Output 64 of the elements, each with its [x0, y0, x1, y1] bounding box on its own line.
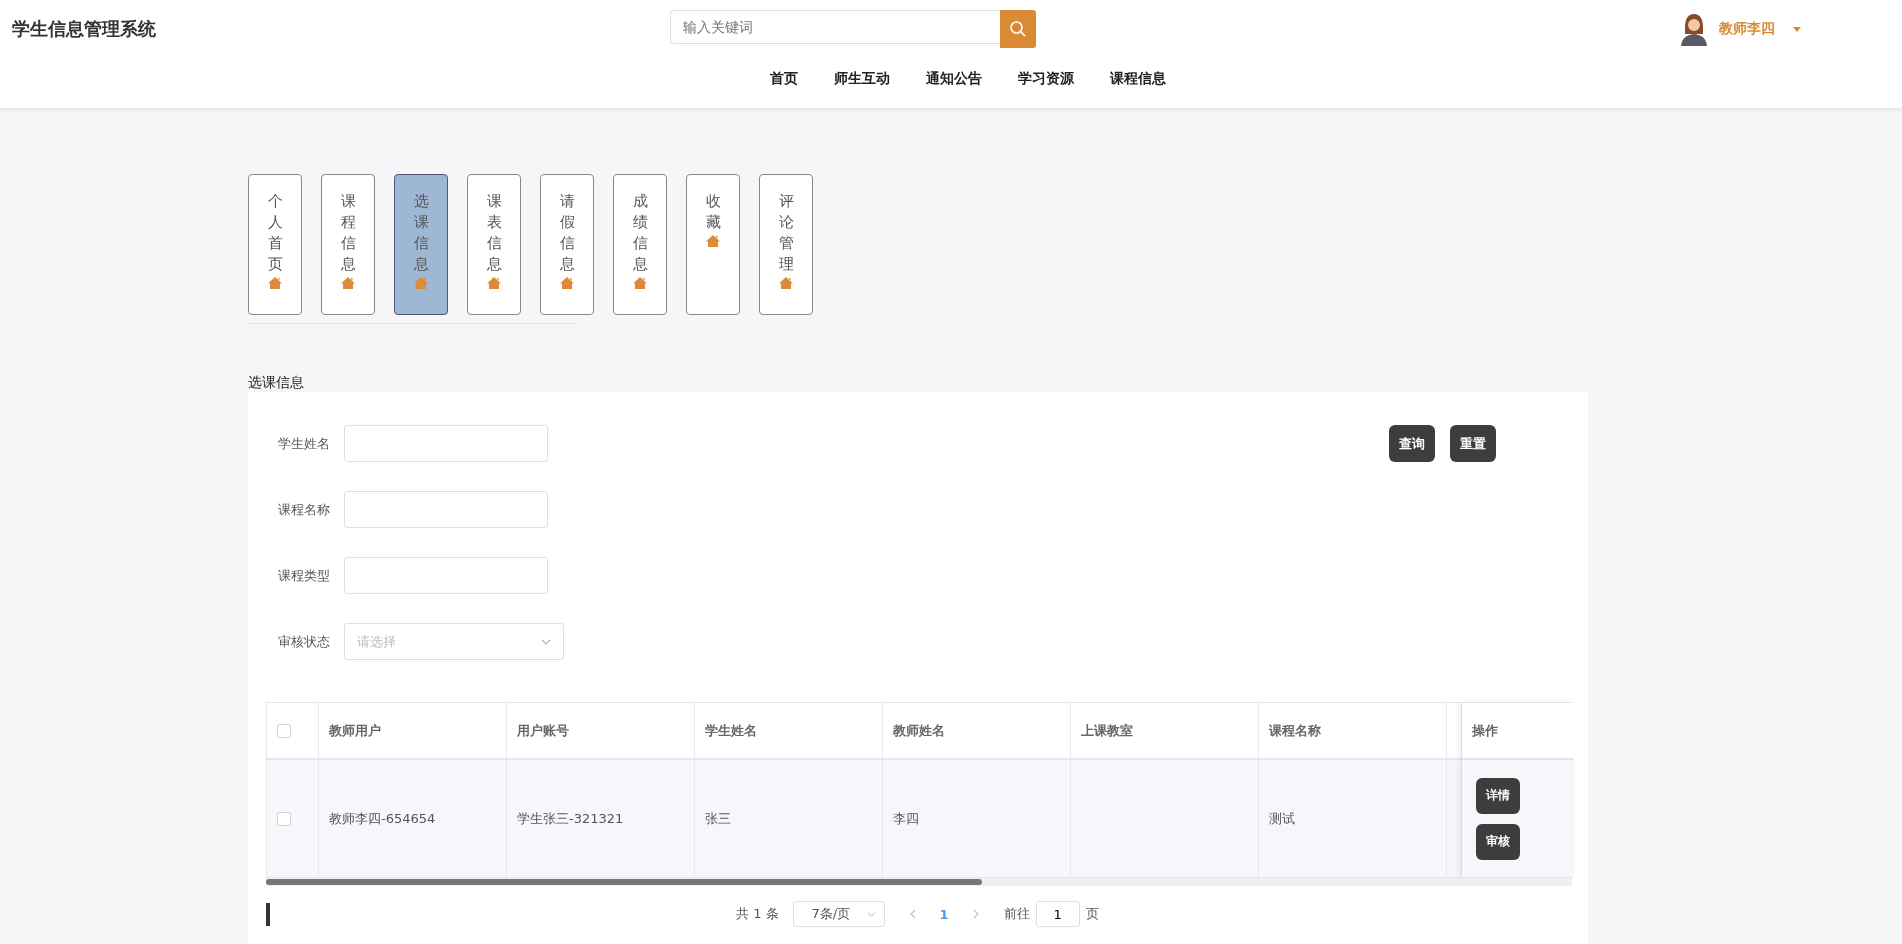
field-label: 审核状态 [278, 632, 331, 651]
nav-link[interactable]: 课程信息 [1110, 58, 1166, 102]
chevron-down-icon [541, 638, 551, 645]
nav-link[interactable]: 学习资源 [1018, 58, 1074, 102]
text-field[interactable] [344, 425, 548, 462]
page-input[interactable]: 1 [1035, 901, 1080, 927]
next-page-icon[interactable] [972, 909, 980, 919]
side-tab[interactable]: 选课信息 [394, 174, 448, 315]
table-cell: 教师李四-654654 [329, 809, 436, 828]
column-header: 课程名称 [1269, 721, 1321, 740]
page-size-select[interactable]: 7条/页 [792, 901, 885, 927]
nav-link[interactable]: 通知公告 [926, 58, 982, 102]
side-tab[interactable]: 评论管理 [759, 174, 813, 315]
house-icon [779, 277, 793, 289]
chevron-down-icon [866, 911, 876, 917]
field-label: 课程名称 [278, 500, 331, 519]
side-tab[interactable]: 课表信息 [467, 174, 521, 315]
table-cell: 张三 [705, 809, 731, 828]
nav-link[interactable]: 首页 [770, 58, 798, 102]
section-title: 选课信息 [248, 374, 305, 392]
goto-label: 前往 [1003, 905, 1030, 923]
checkbox[interactable] [277, 811, 291, 826]
house-icon [414, 277, 428, 289]
side-tab[interactable]: 请假信息 [540, 174, 594, 315]
search-button[interactable] [1000, 10, 1036, 48]
house-icon [341, 277, 355, 289]
bar-marker [266, 902, 270, 926]
row-action-button[interactable]: 审核 [1476, 823, 1520, 860]
table-cell: 学生张三-321321 [517, 809, 624, 828]
house-icon [706, 235, 720, 247]
caret-down-icon[interactable] [1793, 26, 1801, 32]
column-header: 操作 [1472, 721, 1498, 740]
house-icon [633, 277, 647, 289]
nav-link[interactable]: 师生互动 [834, 58, 890, 102]
search-icon [1009, 20, 1027, 38]
action-button[interactable]: 查询 [1389, 425, 1435, 462]
side-tab[interactable]: 个人首页 [248, 174, 302, 315]
row-action-button[interactable]: 详情 [1476, 777, 1520, 814]
column-header: 教师用户 [329, 721, 381, 740]
previous-page-icon[interactable] [908, 909, 916, 919]
house-icon [487, 277, 501, 289]
total-count: 共 1 条 [736, 905, 779, 923]
field-label: 课程类型 [278, 566, 331, 585]
column-header: 上课教室 [1081, 721, 1133, 740]
page-unit-label: 页 [1085, 905, 1099, 923]
column-header: 用户账号 [517, 721, 569, 740]
site-title: 学生信息管理系统 [12, 17, 157, 41]
table-cell: 李四 [893, 809, 919, 828]
action-button[interactable]: 重置 [1450, 425, 1496, 462]
column-header: 学生姓名 [705, 721, 757, 740]
house-icon [560, 277, 574, 289]
text-field[interactable] [344, 491, 548, 528]
checkbox[interactable] [277, 723, 291, 738]
side-tab[interactable]: 课程信息 [321, 174, 375, 315]
column-header: 教师姓名 [893, 721, 945, 740]
text-field[interactable] [344, 557, 548, 594]
side-tab[interactable]: 收藏 [686, 174, 740, 315]
house-icon [268, 277, 282, 289]
scrollbar-thumb[interactable] [266, 879, 982, 885]
search-field[interactable]: 输入关键词 [670, 10, 1000, 44]
field-label: 学生姓名 [278, 434, 331, 453]
table-cell: 测试 [1269, 809, 1295, 828]
avatar-icon[interactable] [1679, 12, 1709, 46]
side-tab[interactable]: 成绩信息 [613, 174, 667, 315]
